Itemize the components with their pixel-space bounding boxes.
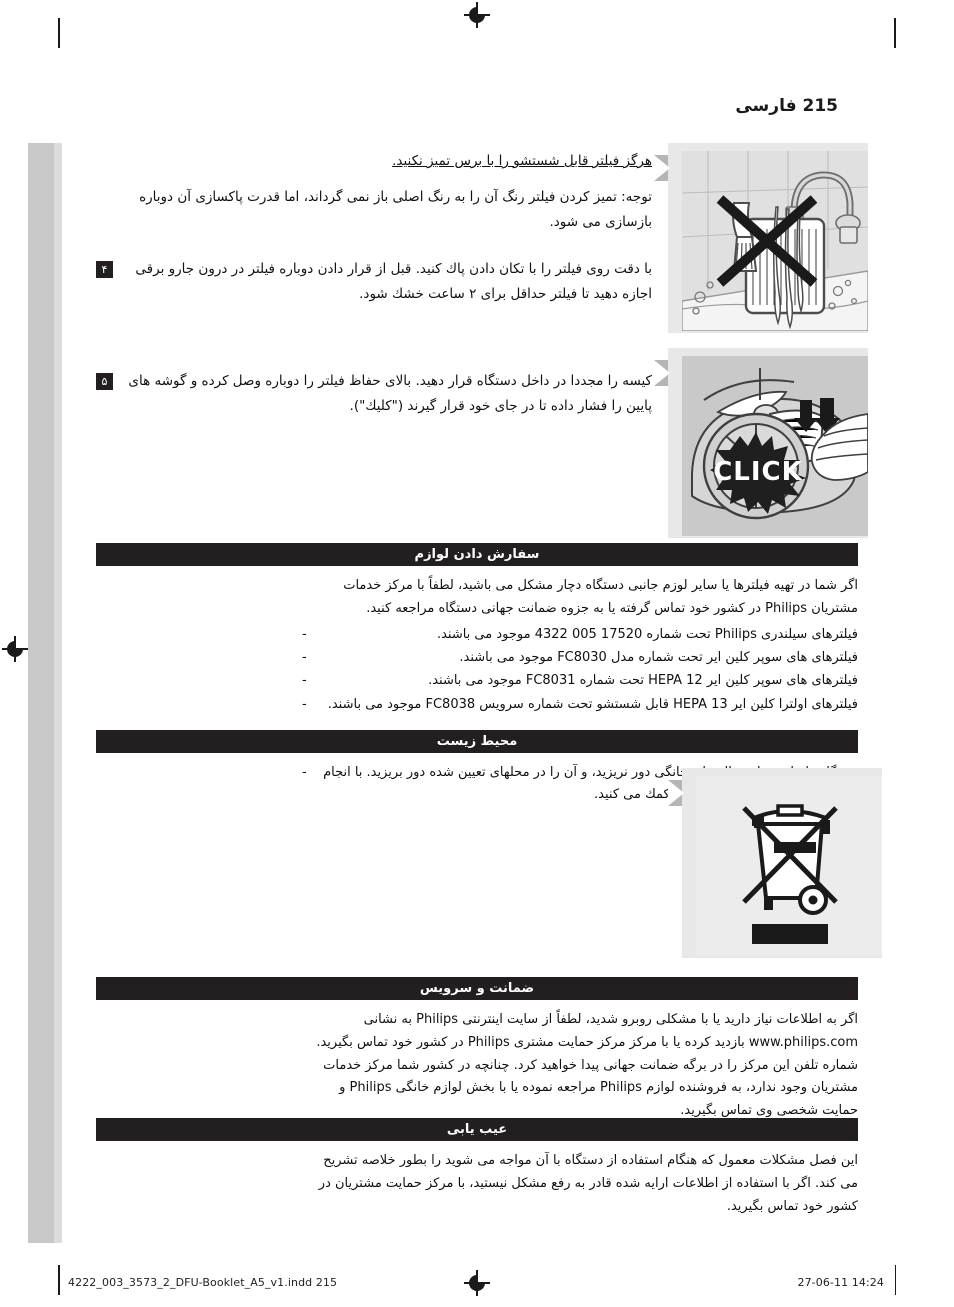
registration-mark-top [464,2,490,28]
section-title-bar: عیب یابی [96,1118,858,1141]
step-text: با دقت روی فیلتر را با تكان دادن پاك كنی… [135,260,652,302]
svg-text:CLICK: CLICK [713,457,803,487]
section-title-bar: ضمانت و سرویس [96,977,858,1000]
footer-timestamp: 27-06-11 14:24 [797,1276,884,1289]
washable-filter-warning: هرگز فیلتر قابل شستشو را با برس تمیز نکن… [392,153,652,169]
section-paragraph: اگر شما در تهیه فیلترها یا سایر لوزم جان… [343,578,858,616]
footer-rule-left [58,1265,60,1295]
step-item: ۵ كیسه را مجددا در داخل دستگاه قرار دهید… [96,369,652,419]
margin-decoration-inner [54,143,62,1243]
section-title-bar: محیط زیست [96,730,858,753]
illustration-no-brush-filter-under-tap [654,143,868,333]
section-troubleshooting: عیب یابی این فصل مشكلات معمول كه هنگام ا… [96,1118,858,1221]
bullet-dash: - [302,696,307,712]
list-item: - فیلترهای های سوپر كلین ایر HEPA 12 تحت… [302,670,858,692]
list-item-text: فیلترهای اولترا كلین ایر HEPA 13 قابل شس… [327,696,858,712]
registration-mark-bottom [464,1270,490,1296]
list-item-text: فیلترهای های سوپر كلین ایر HEPA 12 تحت ش… [428,673,858,689]
bullet-dash: - [302,765,307,780]
section-body: اگر شما در تهیه فیلترها یا سایر لوزم جان… [302,575,858,716]
step-text: كیسه را مجددا در داخل دستگاه قرار دهید. … [128,372,652,414]
section-body: اگر به اطلاعات نیاز دارید یا با مشكلی رو… [302,1009,858,1123]
section-warranty-and-service: ضمانت و سرویس اگر به اطلاعات نیاز دارید … [96,977,858,1126]
bullet-dash: - [302,649,307,665]
section-title: محیط زیست [436,734,518,749]
list-item: - فیلترهای سیلندری Philips تحت شماره 175… [302,624,858,646]
section-ordering-accessories: سفارش دادن لوازم اگر شما در تهیه فیلترها… [96,543,858,717]
step-number-badge: ۴ [96,260,113,278]
footer-filename: 4222_003_3573_2_DFU-Booklet_A5_v1.indd 2… [68,1276,338,1289]
accessory-list: - فیلترهای سیلندری Philips تحت شماره 175… [302,624,858,716]
section-title-bar: سفارش دادن لوازم [96,543,858,566]
page-header: 215 فارسی [735,96,838,116]
illustration-column: CLICK [654,143,874,548]
section-paragraph: این فصل مشكلات معمول كه هنگام استفاده از… [318,1153,858,1214]
section-title: عیب یابی [446,1122,508,1137]
trim-mark-top-left [58,18,60,48]
document-page: 215 فارسی CLICK هرگز فیلتر قابل شستشو را… [0,0,954,1307]
section-paragraph: اگر به اطلاعات نیاز دارید یا با مشكلی رو… [316,1012,858,1118]
cleaning-note: توجه: تمیز كردن فیلتر رنگ آن را به رنگ ا… [139,188,652,230]
section-body: این فصل مشكلات معمول كه هنگام استفاده از… [302,1150,858,1218]
margin-decoration-outer [28,143,54,1243]
illustration-click-filter-cover: CLICK [654,348,868,538]
list-item-text: فیلترهای سیلندری Philips تحت شماره 17520… [436,626,858,642]
step-item: ۴ با دقت روی فیلتر را با تكان دادن پاك ك… [96,257,652,307]
bullet-dash: - [302,626,307,642]
trim-mark-top-right [894,18,896,48]
footer-rule-right [894,1265,896,1295]
section-title: سفارش دادن لوازم [414,547,540,562]
registration-mark-left [2,636,28,662]
list-item-text: فیلترهای های سوپر كلین ایر تحت شماره مدل… [459,649,858,665]
bullet-dash: - [302,673,307,689]
illustration-weee-crossed-out-wheelie-bin [668,768,882,958]
intro-text-column: هرگز فیلتر قابل شستشو را با برس تمیز نکن… [96,150,652,441]
list-item: - فیلترهای اولترا كلین ایر HEPA 13 قابل … [302,694,858,716]
list-item: - فیلترهای های سوپر كلین ایر تحت شماره م… [302,647,858,669]
step-number-badge: ۵ [96,372,113,390]
section-title: ضمانت و سرویس [419,981,535,996]
